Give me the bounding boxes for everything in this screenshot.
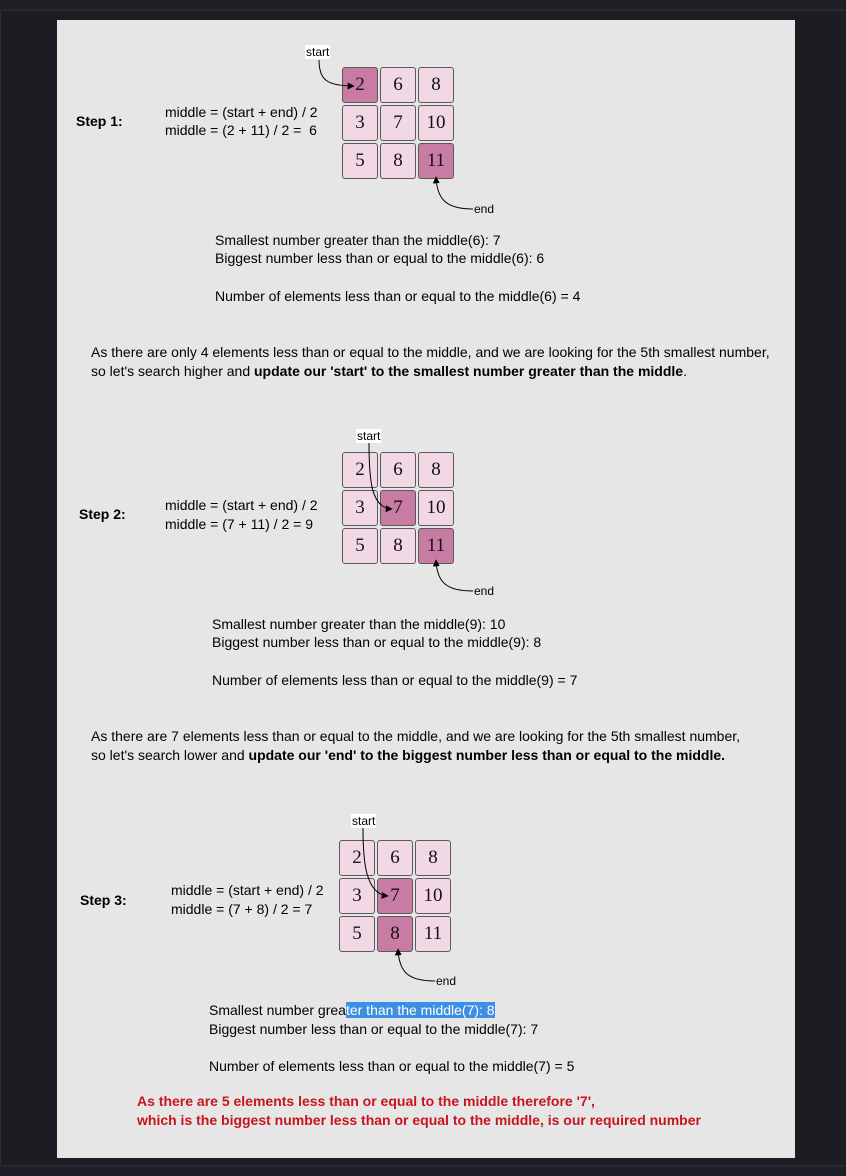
step3-formula-2: middle = (7 + 8) / 2 = 7: [171, 901, 313, 917]
matrix-cell: 10: [418, 490, 454, 526]
step2-formula-1: middle = (start + end) / 2: [165, 497, 318, 513]
step3-label: Step 3:: [80, 892, 127, 908]
step1-explanation-line1: As there are only 4 elements less than o…: [91, 344, 770, 360]
matrix-cell: 3: [339, 878, 375, 914]
matrix-cell: 6: [377, 840, 413, 876]
step3-end-arrow: [394, 948, 436, 982]
step1-formula-1: middle = (start + end) / 2: [165, 104, 318, 120]
step2-explanation-prefix: so let's search lower and: [91, 747, 249, 763]
matrix-cell: 8: [415, 840, 451, 876]
text-selection-highlight[interactable]: ter than the middle(7): 8: [345, 1002, 495, 1018]
matrix-cell: 10: [415, 878, 451, 914]
step1-info-biggest-less-equal: Biggest number less than or equal to the…: [215, 250, 545, 266]
step1-info-count: Number of elements less than or equal to…: [215, 288, 581, 304]
matrix-cell: 7: [377, 878, 413, 914]
step3-formula-1: middle = (start + end) / 2: [171, 882, 324, 898]
matrix-cell: 8: [418, 452, 454, 488]
matrix-cell: 8: [380, 143, 416, 179]
matrix-cell: 2: [342, 67, 378, 103]
step2-end-arrow: [432, 559, 474, 592]
step1-explanation-prefix: so let's search higher and: [91, 363, 254, 379]
step1-end-tag: end: [474, 202, 495, 216]
matrix-cell: 8: [418, 67, 454, 103]
step1-info-smallest-greater: Smallest number greater than the middle(…: [215, 232, 501, 248]
matrix-cell: 7: [380, 105, 416, 141]
step2-info-biggest-less-equal: Biggest number less than or equal to the…: [212, 634, 542, 650]
step2-info-smallest-greater: Smallest number greater than the middle(…: [212, 616, 506, 632]
matrix-cell: 6: [380, 67, 416, 103]
step3-start-tag: start: [351, 814, 377, 828]
step2-info-count: Number of elements less than or equal to…: [212, 672, 578, 688]
step2-formula-2: middle = (7 + 11) / 2 = 9: [165, 516, 313, 532]
step3-end-tag: end: [436, 974, 457, 988]
step2-explanation-line2: so let's search lower and update our 'en…: [91, 746, 725, 765]
step3-info-text: Smallest number grea: [209, 1002, 346, 1018]
conclusion-line1: As there are 5 elements less than or equ…: [137, 1093, 595, 1109]
matrix-cell: 10: [418, 105, 454, 141]
step1-start-tag: start: [305, 45, 331, 59]
matrix-cell: 5: [342, 528, 378, 564]
matrix-cell: 3: [342, 105, 378, 141]
step2-label: Step 2:: [79, 506, 126, 522]
step2-start-tag: start: [356, 429, 382, 443]
step2-end-tag: end: [474, 584, 495, 598]
step1-formula-2: middle = (2 + 11) / 2 = 6: [165, 122, 317, 138]
step1-end-arrow: [432, 176, 474, 210]
pointer-arrows: [318, 59, 474, 982]
step2-explanation-line1: As there are 7 elements less than or equ…: [91, 728, 741, 744]
matrix-cell: 11: [418, 143, 454, 179]
step3-info-smallest-greater[interactable]: Smallest number greater than the middle(…: [209, 1001, 495, 1019]
matrix-cell: 3: [342, 490, 378, 526]
step1-explanation-bold: update our 'start' to the smallest numbe…: [254, 363, 684, 379]
matrix-cell: 11: [418, 528, 454, 564]
step2-explanation-bold: update our 'end' to the biggest number l…: [248, 747, 726, 763]
matrix-cell: 11: [415, 916, 451, 952]
step3-info-count: Number of elements less than or equal to…: [209, 1058, 575, 1074]
diagram-canvas: Step 1: middle = (start + end) / 2 middl…: [57, 20, 795, 1158]
conclusion-line2: which is the biggest number less than or…: [137, 1112, 701, 1128]
matrix-cell: 7: [380, 490, 416, 526]
matrix-cell: 8: [377, 916, 413, 952]
matrix-cell: 2: [342, 452, 378, 488]
matrix-cell: 2: [339, 840, 375, 876]
step3-info-biggest-less-equal: Biggest number less than or equal to the…: [209, 1021, 539, 1037]
step1-explanation-suffix: .: [683, 363, 687, 379]
matrix-cell: 5: [339, 916, 375, 952]
matrix-cell: 5: [342, 143, 378, 179]
matrix-cell: 6: [380, 452, 416, 488]
matrix-cell: 8: [380, 528, 416, 564]
step1-explanation-line2: so let's search higher and update our 's…: [91, 362, 687, 381]
step1-label: Step 1:: [76, 113, 123, 129]
